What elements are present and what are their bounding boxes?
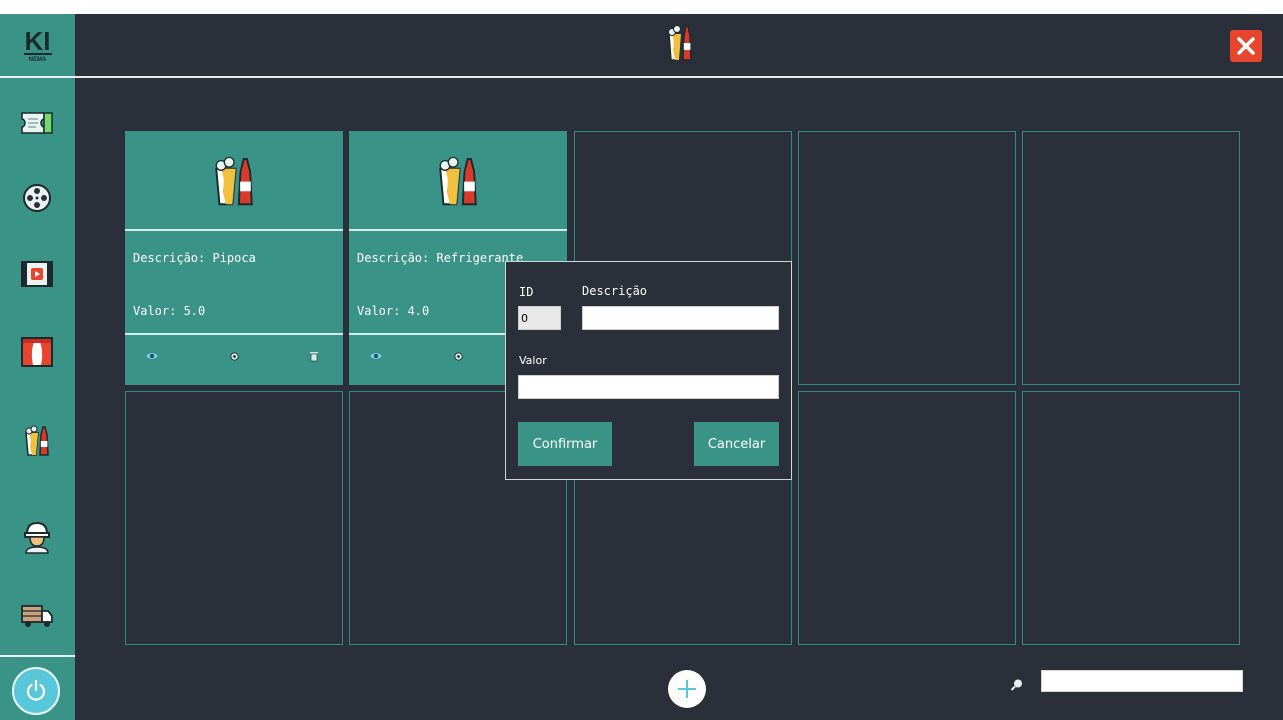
header-divider <box>75 76 1283 78</box>
eye-icon <box>370 353 382 359</box>
sidebar-divider-bottom <box>0 655 75 657</box>
gear-icon <box>229 351 239 361</box>
product-thumbnail <box>125 131 343 229</box>
add-product-button[interactable] <box>668 670 706 708</box>
header-snacks-icon <box>667 22 693 66</box>
gear-icon <box>453 351 463 361</box>
search-icon <box>1010 679 1022 691</box>
product-card: Descrição: Pipoca Valor: 5.0 <box>125 131 343 385</box>
edit-button[interactable] <box>449 347 467 365</box>
card-actions <box>125 347 343 367</box>
snacks-icon <box>668 25 692 61</box>
sidebar: KI NEMA <box>0 14 75 720</box>
empty-slot <box>125 391 343 645</box>
product-thumbnail <box>349 131 567 229</box>
film-reel-icon <box>23 184 51 212</box>
sidebar-item-employees[interactable] <box>17 517 57 557</box>
confirm-button[interactable]: Confirmar <box>518 422 612 466</box>
app-window: KI NEMA Descrição: Pipoca Valor: 5.0 Des… <box>0 14 1283 720</box>
power-icon <box>26 679 46 701</box>
cancel-button[interactable]: Cancelar <box>694 422 779 466</box>
snacks-icon <box>439 156 477 206</box>
id-field[interactable] <box>518 306 561 330</box>
ticket-icon <box>21 112 53 134</box>
view-button[interactable] <box>367 347 385 365</box>
sidebar-item-suppliers[interactable] <box>17 596 57 636</box>
empty-slot <box>1022 131 1240 385</box>
sidebar-item-snacks[interactable] <box>17 420 57 460</box>
truck-icon <box>21 605 53 627</box>
eye-icon <box>146 353 158 359</box>
card-divider <box>349 229 567 231</box>
close-button[interactable] <box>1230 30 1262 62</box>
delete-button[interactable] <box>305 347 323 365</box>
sidebar-item-tickets[interactable] <box>17 103 57 143</box>
logo-text: KI <box>23 26 52 56</box>
product-description: Descrição: Pipoca <box>133 251 256 265</box>
close-icon <box>1237 37 1255 55</box>
worker-icon <box>24 521 50 554</box>
valor-label: Valor <box>519 354 547 367</box>
logo-subtext: NEMA <box>28 57 47 63</box>
sidebar-divider <box>0 76 75 78</box>
plus-icon <box>678 680 696 698</box>
description-label: Descrição <box>582 284 648 298</box>
description-field[interactable] <box>582 306 779 330</box>
empty-slot <box>1022 391 1240 645</box>
sidebar-item-sessions[interactable] <box>17 254 57 294</box>
product-value: Valor: 5.0 <box>133 304 206 318</box>
video-play-icon <box>21 261 53 287</box>
trash-icon <box>310 352 318 362</box>
valor-field[interactable] <box>518 375 779 399</box>
sidebar-item-films[interactable] <box>17 178 57 218</box>
logo: KI NEMA <box>0 14 75 78</box>
empty-slot <box>798 131 1016 385</box>
snacks-icon <box>215 156 253 206</box>
card-divider <box>125 229 343 231</box>
product-value: Valor: 4.0 <box>357 304 430 318</box>
card-divider <box>125 333 343 335</box>
view-button[interactable] <box>143 347 161 365</box>
id-label: ID <box>519 285 534 299</box>
product-dialog: ID Descrição Valor Confirmar Cancelar <box>505 261 792 480</box>
search-input[interactable] <box>1041 670 1243 692</box>
snacks-icon <box>25 425 49 456</box>
product-description: Descrição: Refrigerante <box>357 251 524 265</box>
empty-slot <box>798 391 1016 645</box>
sidebar-item-rooms[interactable] <box>17 332 57 372</box>
power-button[interactable] <box>12 667 60 715</box>
edit-button[interactable] <box>225 347 243 365</box>
theater-curtain-icon <box>21 337 53 367</box>
